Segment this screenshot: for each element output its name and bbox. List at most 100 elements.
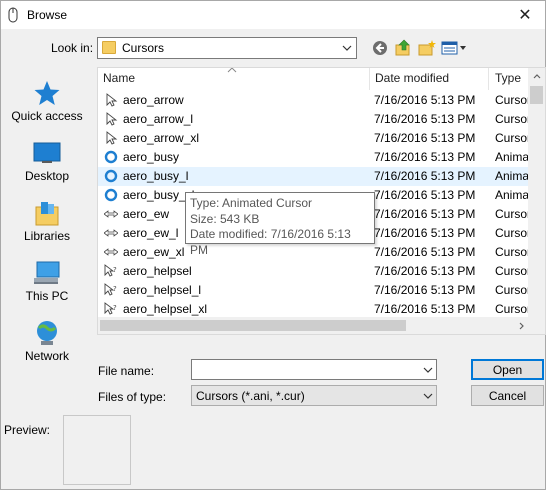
column-header-name[interactable]: Name <box>103 71 135 85</box>
arrow-cursor-icon <box>104 131 118 145</box>
sort-ascending-icon <box>227 68 237 73</box>
place-network[interactable]: Network <box>5 313 89 369</box>
busy-cursor-icon <box>104 169 118 183</box>
browse-dialog: Browse ✕ Look in: Cursors Quick access D… <box>0 0 546 490</box>
file-row[interactable]: aero_arrow_xl 7/16/2016 5:13 PM Cursor <box>98 129 531 148</box>
file-name-cell: aero_arrow_xl <box>123 131 200 145</box>
file-row[interactable]: ? aero_helpsel 7/16/2016 5:13 PM Cursor <box>98 262 531 281</box>
help-cursor-icon: ? <box>104 302 118 316</box>
help-cursor-icon: ? <box>104 264 118 278</box>
tooltip-type: Type: Animated Cursor <box>190 196 313 210</box>
view-grid-icon <box>441 41 466 55</box>
file-date-cell: 7/16/2016 5:13 PM <box>374 245 476 259</box>
open-button[interactable]: Open <box>471 359 544 380</box>
desktop-icon <box>33 142 61 163</box>
arrow-cursor-icon <box>104 112 118 126</box>
tooltip-date: Date modified: 7/16/2016 5:13 PM <box>190 227 351 257</box>
preview-pane <box>63 415 131 485</box>
place-desktop[interactable]: Desktop <box>5 133 89 189</box>
title-bar: Browse ✕ <box>1 1 545 29</box>
libraries-icon <box>35 202 59 226</box>
new-folder-icon <box>418 40 436 56</box>
busy-cursor-icon <box>104 150 118 164</box>
file-date-cell: 7/16/2016 5:13 PM <box>374 207 476 221</box>
scroll-thumb[interactable] <box>530 86 543 104</box>
view-menu-button[interactable] <box>441 39 467 57</box>
file-date-cell: 7/16/2016 5:13 PM <box>374 93 476 107</box>
file-name-label: File name: <box>98 364 155 378</box>
place-label: Network <box>24 349 69 363</box>
file-row[interactable]: aero_busy 7/16/2016 5:13 PM Animat <box>98 148 532 167</box>
resize-ew-cursor-icon <box>103 245 119 259</box>
file-name-cell: aero_helpsel <box>123 264 192 278</box>
file-name-cell: aero_arrow_l <box>123 112 194 126</box>
place-label: Quick access <box>11 109 83 123</box>
computer-icon <box>34 261 60 284</box>
files-of-type-label: Files of type: <box>98 390 167 404</box>
file-name-cell: aero_arrow <box>123 93 184 107</box>
list-header: Name Date modified Type <box>98 68 530 90</box>
chevron-down-icon[interactable] <box>420 386 436 405</box>
column-divider[interactable] <box>488 68 489 90</box>
column-header-date[interactable]: Date modified <box>375 71 449 85</box>
chevron-down-icon[interactable] <box>420 360 436 379</box>
place-label: This PC <box>25 289 69 303</box>
window-title: Browse <box>27 8 68 22</box>
column-divider[interactable] <box>369 68 370 90</box>
resize-ew-cursor-icon <box>103 226 119 240</box>
file-date-cell: 7/16/2016 5:13 PM <box>374 112 476 126</box>
column-header-type[interactable]: Type <box>495 71 521 85</box>
file-tooltip: Type: Animated Cursor Size: 543 KB Date … <box>185 192 375 257</box>
place-this-pc[interactable]: This PC <box>5 253 89 309</box>
folder-icon <box>102 41 116 54</box>
new-folder-button[interactable] <box>417 39 437 57</box>
busy-cursor-icon <box>104 188 118 202</box>
arrow-cursor-icon <box>104 93 118 107</box>
file-row[interactable]: aero_arrow_l 7/16/2016 5:13 PM Cursor <box>98 110 531 129</box>
look-in-combo[interactable]: Cursors <box>97 37 357 59</box>
chevron-down-icon[interactable] <box>338 38 356 58</box>
file-row[interactable]: ? aero_helpsel_l 7/16/2016 5:13 PM Cursor <box>98 281 531 300</box>
back-arrow-icon <box>373 41 387 55</box>
file-name-cell: aero_helpsel_xl <box>123 302 208 316</box>
star-icon <box>34 81 60 105</box>
look-in-value: Cursors <box>122 41 165 55</box>
vertical-scrollbar[interactable] <box>528 68 545 334</box>
file-date-cell: 7/16/2016 5:13 PM <box>374 264 476 278</box>
back-button[interactable] <box>370 39 390 57</box>
scroll-up-icon[interactable] <box>528 68 545 85</box>
close-icon: ✕ <box>518 7 532 24</box>
files-of-type-value: Cursors (*.ani, *.cur) <box>196 389 305 403</box>
up-folder-icon <box>395 39 410 56</box>
file-date-cell: 7/16/2016 5:13 PM <box>374 131 476 145</box>
up-folder-button[interactable] <box>393 39 413 57</box>
file-date-cell: 7/16/2016 5:13 PM <box>374 226 476 240</box>
place-libraries[interactable]: Libraries <box>5 193 89 249</box>
preview-label: Preview: <box>4 423 51 437</box>
network-icon <box>37 321 57 345</box>
file-date-cell: 7/16/2016 5:13 PM <box>374 283 476 297</box>
place-label: Desktop <box>24 169 70 183</box>
svg-text:?: ? <box>113 285 117 293</box>
look-in-label: Look in: <box>51 41 94 55</box>
place-label: Libraries <box>23 229 71 243</box>
file-date-cell: 7/16/2016 5:13 PM <box>374 169 476 183</box>
resize-ew-cursor-icon <box>103 207 119 221</box>
file-name-cell: aero_busy_l <box>123 169 189 183</box>
places-bar: Quick access Desktop Libraries This PC N… <box>5 67 89 367</box>
scroll-thumb[interactable] <box>100 320 406 331</box>
close-button[interactable]: ✕ <box>505 1 545 29</box>
file-row[interactable]: aero_busy_l 7/16/2016 5:13 PM Animat <box>98 167 532 186</box>
file-name-input[interactable] <box>191 359 437 380</box>
file-date-cell: 7/16/2016 5:13 PM <box>374 150 476 164</box>
svg-text:?: ? <box>113 304 117 312</box>
place-quick-access[interactable]: Quick access <box>5 73 89 129</box>
file-row[interactable]: aero_arrow 7/16/2016 5:13 PM Cursor <box>98 91 531 110</box>
help-cursor-icon: ? <box>104 283 118 297</box>
scrollbar-corner <box>528 317 545 334</box>
files-of-type-select[interactable]: Cursors (*.ani, *.cur) <box>191 385 437 406</box>
cancel-button[interactable]: Cancel <box>471 385 544 406</box>
file-date-cell: 7/16/2016 5:13 PM <box>374 302 476 316</box>
svg-text:?: ? <box>113 266 117 274</box>
horizontal-scrollbar[interactable] <box>98 317 530 334</box>
